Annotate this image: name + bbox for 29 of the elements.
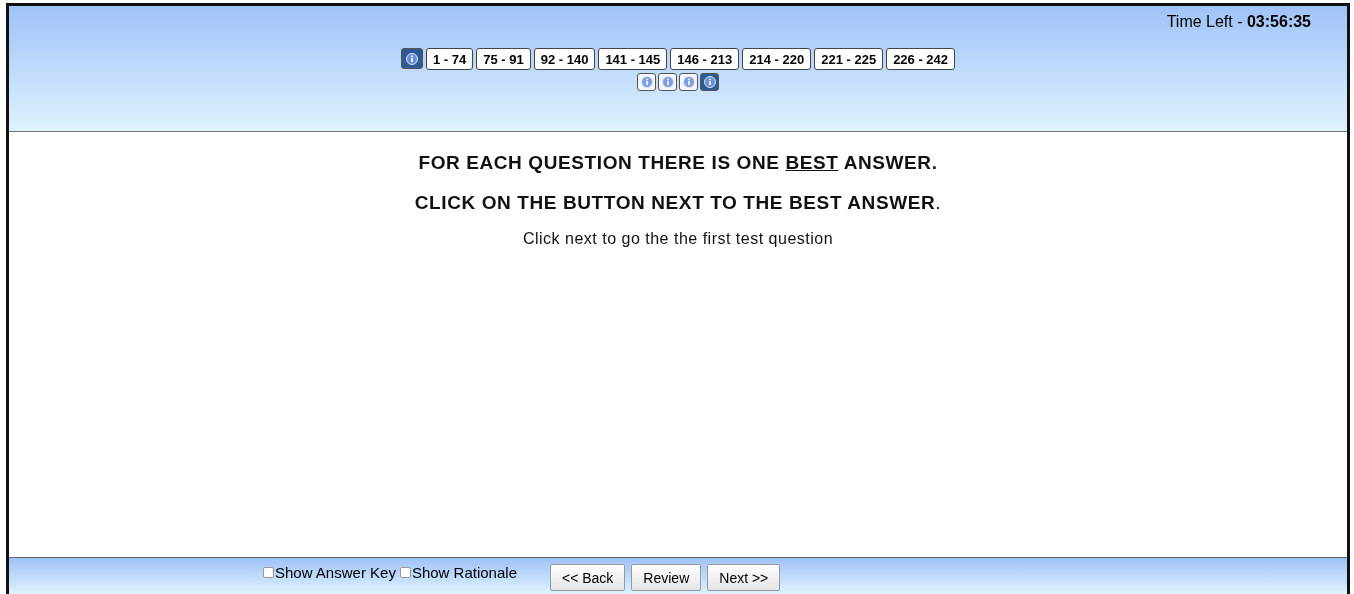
info-icon [661,76,674,88]
info-button[interactable] [658,73,677,91]
nav-button[interactable]: << Back [550,564,626,591]
question-range-button[interactable]: 141 - 145 [598,48,668,70]
instruction-text: CLICK ON THE BUTTON NEXT TO THE BEST ANSWER. [414,192,942,214]
info-icon [640,76,653,88]
checkbox-label[interactable]: Show Answer Key [275,564,396,581]
question-range-button[interactable]: 75 - 91 [476,48,531,70]
question-range-button[interactable]: 221 - 225 [814,48,884,70]
instruction-text: FOR EACH QUESTION THERE IS ONE BEST ANSWER. [418,152,938,174]
info-button[interactable] [400,48,423,69]
info-button[interactable] [679,73,698,91]
info-icon [405,52,418,65]
question-range-button[interactable]: 146 - 213 [670,48,740,70]
time-left-label: Time Left - 03:56:35 [1166,13,1311,31]
info-icon [703,76,716,88]
checkbox[interactable] [263,567,274,578]
nav-button[interactable]: Next >> [707,564,781,591]
question-range-button[interactable]: 214 - 220 [742,48,812,70]
checkbox-label[interactable]: Show Rationale [411,564,517,581]
info-button[interactable] [637,73,656,91]
checkbox[interactable] [399,567,411,578]
info-icon [682,76,695,88]
hint-text: Click next to go the the first test question [522,230,834,248]
question-range-button[interactable]: 92 - 140 [533,48,596,70]
info-button[interactable] [700,73,719,91]
question-range-button[interactable]: 226 - 242 [886,48,956,70]
nav-button[interactable]: Review [631,564,702,591]
question-range-button[interactable]: 1 - 74 [425,48,474,70]
